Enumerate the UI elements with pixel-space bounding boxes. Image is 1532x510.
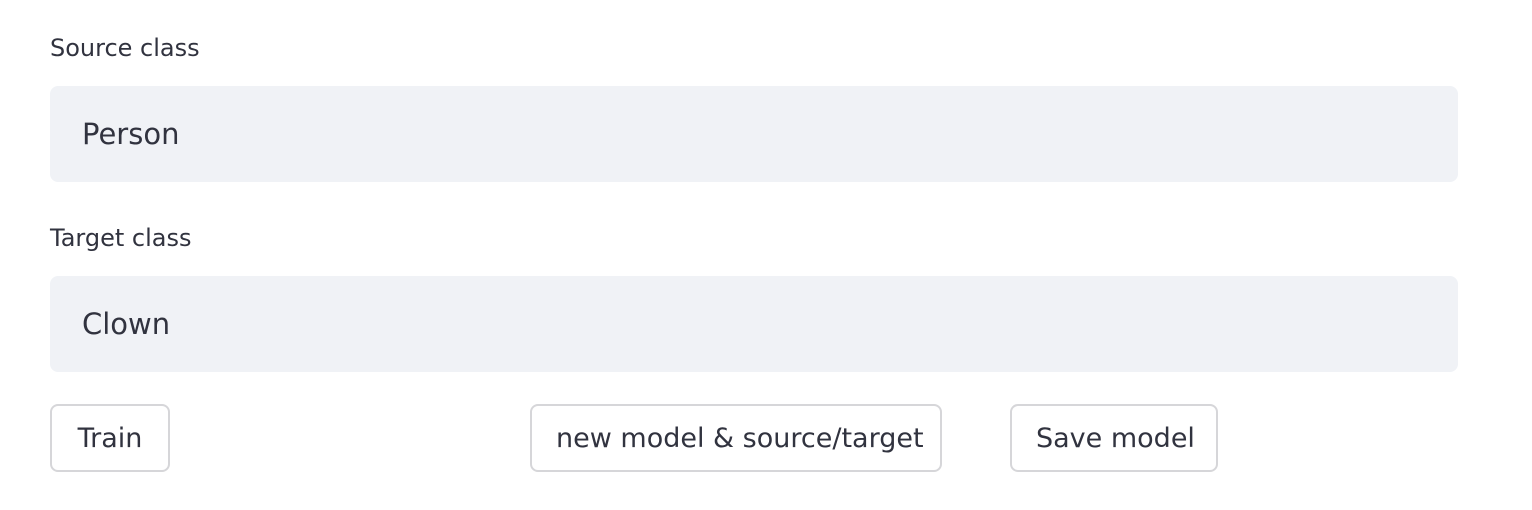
train-button[interactable]: Train — [50, 404, 170, 472]
new-model-button[interactable]: new model & source/target — [530, 404, 942, 472]
target-class-input[interactable] — [50, 276, 1458, 372]
target-class-label: Target class — [50, 224, 192, 252]
source-class-input[interactable] — [50, 86, 1458, 182]
source-class-label: Source class — [50, 34, 200, 62]
save-model-button[interactable]: Save model — [1010, 404, 1218, 472]
